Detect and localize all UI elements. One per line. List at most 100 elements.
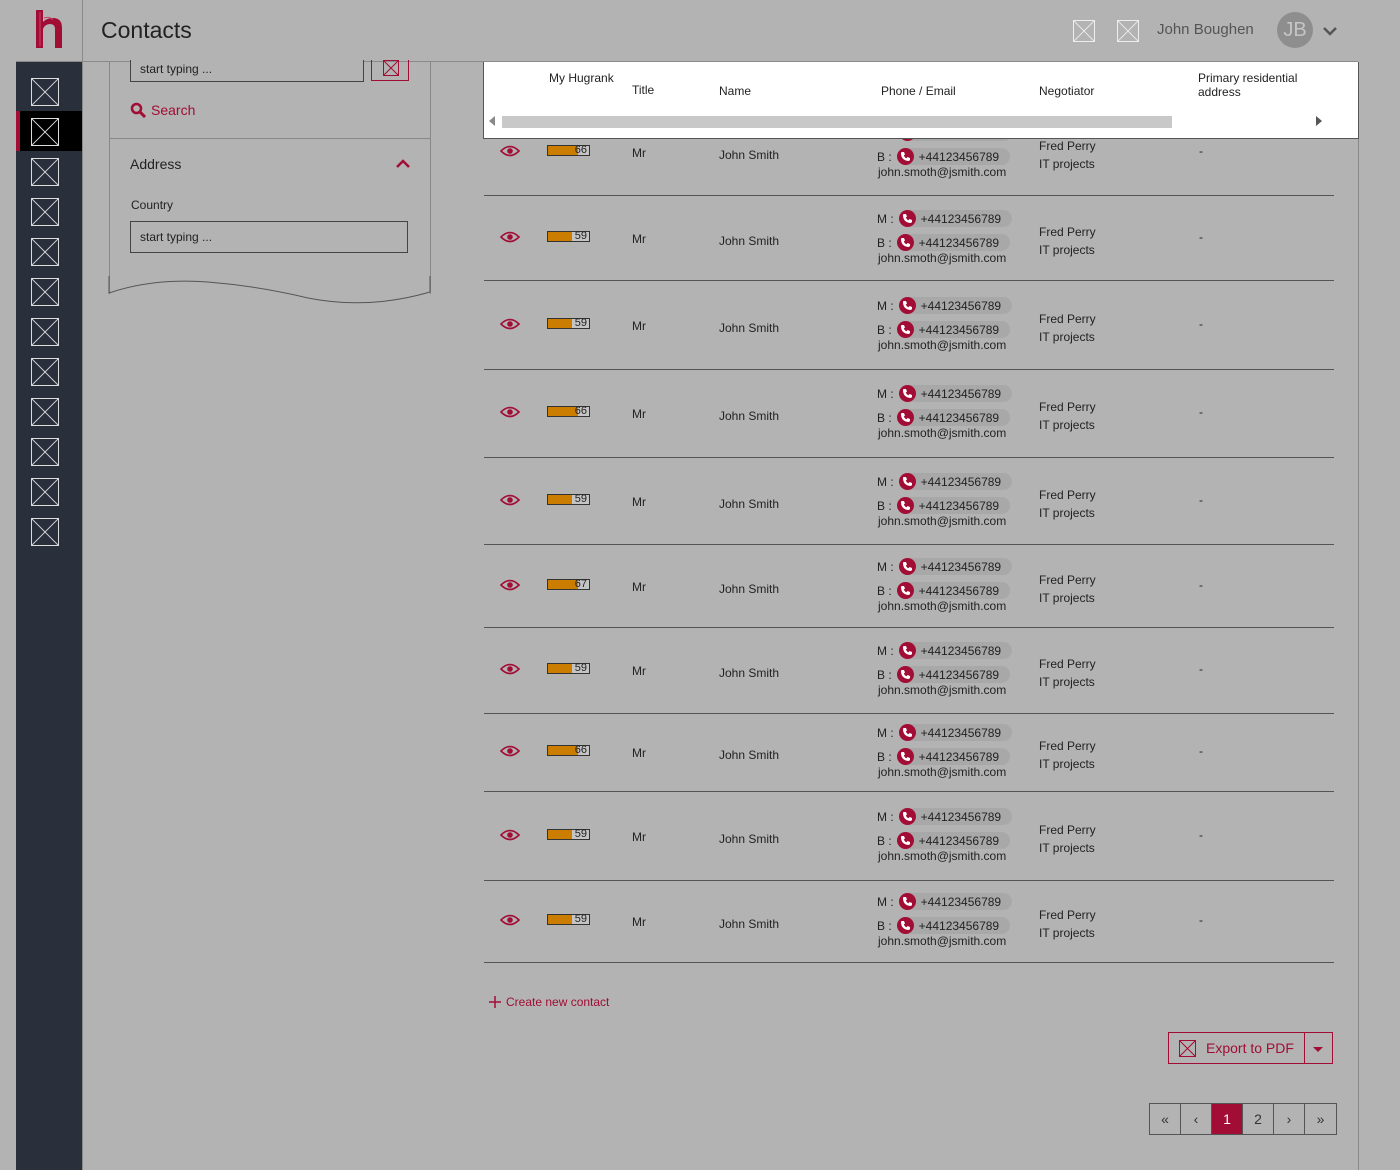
phone-pill[interactable]: +44123456789 — [898, 724, 1013, 741]
country-input[interactable]: start typing ... — [130, 221, 408, 253]
mobile-phone[interactable]: M : +44123456789 — [877, 473, 1013, 490]
sidebar-item-8[interactable] — [16, 351, 82, 391]
export-dropdown-toggle[interactable] — [1305, 1033, 1332, 1063]
eye-icon[interactable] — [499, 745, 521, 757]
phone-pill[interactable]: +44123456789 — [898, 642, 1013, 659]
table-row[interactable]: 66 Mr John Smith M : +44123456789 B : +4412345… — [484, 714, 1334, 792]
column-negotiator[interactable]: Negotiator — [1039, 84, 1094, 98]
phone-pill[interactable]: +44123456789 — [898, 473, 1013, 490]
mobile-phone[interactable]: M : +44123456789 — [877, 297, 1013, 314]
phone-pill[interactable]: +44123456789 — [896, 917, 1011, 934]
phone-pill[interactable]: +44123456789 — [898, 385, 1013, 402]
table-row[interactable]: 59 Mr John Smith M : +44123456789 B : +4412345… — [484, 281, 1334, 370]
address-section-title[interactable]: Address — [130, 156, 181, 172]
contact-name[interactable]: John Smith — [719, 321, 779, 335]
horizontal-scrollbar[interactable] — [502, 116, 1172, 128]
eye-icon[interactable] — [499, 231, 521, 243]
user-name[interactable]: John Boughen — [1157, 21, 1254, 38]
contact-name[interactable]: John Smith — [719, 832, 779, 846]
mobile-phone[interactable]: M : +44123456789 — [877, 893, 1013, 910]
contact-name[interactable]: John Smith — [719, 409, 779, 423]
column-title[interactable]: Title — [632, 83, 654, 97]
phone-pill[interactable]: +44123456789 — [898, 893, 1013, 910]
contact-email[interactable]: john.smoth@jsmith.com — [878, 165, 1006, 179]
column-phone-email[interactable]: Phone / Email — [881, 84, 956, 98]
eye-icon[interactable] — [499, 494, 521, 506]
column-my-hugrank[interactable]: My Hugrank — [549, 71, 614, 85]
eye-icon[interactable] — [499, 914, 521, 926]
sidebar-item-4[interactable] — [16, 191, 82, 231]
phone-pill[interactable]: +44123456789 — [898, 558, 1013, 575]
business-phone[interactable]: B : +44123456789 — [877, 148, 1011, 165]
mobile-phone[interactable]: M : +44123456789 — [877, 558, 1013, 575]
table-row[interactable]: 67 Mr John Smith M : +44123456789 B : +4412345… — [484, 545, 1334, 628]
contact-email[interactable]: john.smoth@jsmith.com — [878, 514, 1006, 528]
contact-email[interactable]: john.smoth@jsmith.com — [878, 934, 1006, 948]
phone-pill[interactable]: +44123456789 — [896, 409, 1011, 426]
table-row[interactable]: 59 Mr John Smith M : +44123456789 B : +4412345… — [484, 458, 1334, 545]
phone-pill[interactable]: +44123456789 — [896, 497, 1011, 514]
contact-name[interactable]: John Smith — [719, 666, 779, 680]
eye-icon[interactable] — [499, 663, 521, 675]
contact-name[interactable]: John Smith — [719, 497, 779, 511]
business-phone[interactable]: B : +44123456789 — [877, 409, 1011, 426]
phone-pill[interactable]: +44123456789 — [896, 234, 1011, 251]
page-button-1[interactable]: 1 — [1212, 1104, 1243, 1134]
settings-placeholder-icon[interactable] — [1117, 20, 1139, 42]
scroll-left-arrow[interactable] — [489, 116, 495, 126]
first-page-button[interactable]: « — [1150, 1104, 1181, 1134]
table-row[interactable]: 59 Mr John Smith M : +44123456789 B : +4412345… — [484, 881, 1334, 963]
mobile-phone[interactable]: M : +44123456789 — [877, 210, 1013, 227]
sidebar-item-6[interactable] — [16, 271, 82, 311]
sidebar-item-12[interactable] — [16, 511, 82, 551]
phone-pill[interactable]: +44123456789 — [898, 210, 1013, 227]
contact-name[interactable]: John Smith — [719, 917, 779, 931]
column-name[interactable]: Name — [719, 84, 751, 98]
sidebar-item-9[interactable] — [16, 391, 82, 431]
sidebar-item-10[interactable] — [16, 431, 82, 471]
phone-pill[interactable]: +44123456789 — [898, 297, 1013, 314]
sidebar-item-7[interactable] — [16, 311, 82, 351]
mobile-phone[interactable]: M : +44123456789 — [877, 724, 1013, 741]
business-phone[interactable]: B : +44123456789 — [877, 666, 1011, 683]
sidebar-item-1[interactable] — [16, 71, 82, 111]
table-row[interactable]: 59 Mr John Smith M : +44123456789 B : +4412345… — [484, 792, 1334, 881]
eye-icon[interactable] — [499, 318, 521, 330]
business-phone[interactable]: B : +44123456789 — [877, 748, 1011, 765]
eye-icon[interactable] — [499, 406, 521, 418]
contact-name[interactable]: John Smith — [719, 582, 779, 596]
filter-text-input[interactable]: start typing ... — [130, 60, 364, 82]
phone-pill[interactable]: +44123456789 — [896, 321, 1011, 338]
business-phone[interactable]: B : +44123456789 — [877, 234, 1011, 251]
phone-pill[interactable]: +44123456789 — [896, 832, 1011, 849]
contact-email[interactable]: john.smoth@jsmith.com — [878, 683, 1006, 697]
business-phone[interactable]: B : +44123456789 — [877, 582, 1011, 599]
table-row[interactable]: 59 Mr John Smith M : +44123456789 B : +4412345… — [484, 196, 1334, 281]
sidebar-item-11[interactable] — [16, 471, 82, 511]
avatar[interactable]: JB — [1277, 12, 1313, 48]
contact-email[interactable]: john.smoth@jsmith.com — [878, 849, 1006, 863]
business-phone[interactable]: B : +44123456789 — [877, 917, 1011, 934]
filter-clear-button[interactable] — [371, 60, 409, 81]
business-phone[interactable]: B : +44123456789 — [877, 321, 1011, 338]
sidebar-item-contacts[interactable] — [16, 111, 82, 151]
sidebar-item-5[interactable] — [16, 231, 82, 271]
next-page-button[interactable]: › — [1274, 1104, 1305, 1134]
sidebar-item-3[interactable] — [16, 151, 82, 191]
chevron-down-icon[interactable] — [1321, 22, 1339, 40]
column-primary-address[interactable]: Primary residential address — [1198, 71, 1328, 99]
create-contact-button[interactable]: Create new contact — [489, 995, 609, 1009]
contact-name[interactable]: John Smith — [719, 234, 779, 248]
phone-pill[interactable]: +44123456789 — [896, 748, 1011, 765]
export-pdf-button[interactable]: Export to PDF — [1169, 1033, 1306, 1063]
phone-pill[interactable]: +44123456789 — [896, 582, 1011, 599]
phone-pill[interactable]: +44123456789 — [896, 666, 1011, 683]
eye-icon[interactable] — [499, 145, 521, 157]
contact-name[interactable]: John Smith — [719, 748, 779, 762]
prev-page-button[interactable]: ‹ — [1181, 1104, 1212, 1134]
mobile-phone[interactable]: M : +44123456789 — [877, 808, 1013, 825]
eye-icon[interactable] — [499, 579, 521, 591]
business-phone[interactable]: B : +44123456789 — [877, 497, 1011, 514]
mobile-phone[interactable]: M : +44123456789 — [877, 385, 1013, 402]
table-row[interactable]: 59 Mr John Smith M : +44123456789 B : +4412345… — [484, 628, 1334, 714]
